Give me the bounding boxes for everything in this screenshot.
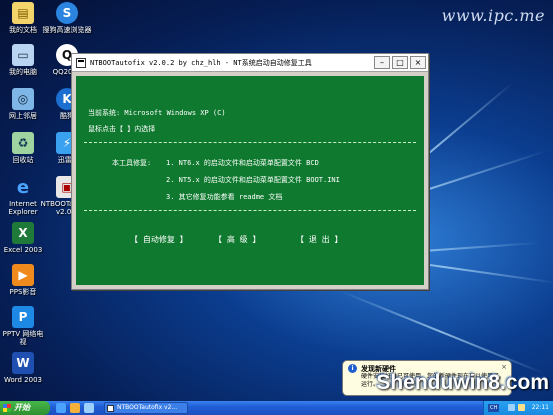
- recycle-bin-icon: ♻: [12, 132, 34, 154]
- ntbootautofix-window: NTBOOTautofix v2.0.2 by chz_hlh - NT系统启动…: [71, 53, 429, 290]
- auto-repair-button[interactable]: 【 自动修复 】: [130, 234, 188, 245]
- info-icon: i: [348, 364, 357, 373]
- start-button[interactable]: 开始: [0, 401, 50, 415]
- icon-label: Excel 2003: [3, 246, 43, 254]
- desktop-icon-pptv[interactable]: P PPTV 网络电 视: [0, 306, 46, 346]
- console-app-icon: [107, 405, 114, 412]
- icon-label: 搜狗高速浏览器: [42, 26, 92, 34]
- balloon-close-button[interactable]: ×: [501, 363, 507, 371]
- minimize-button[interactable]: –: [374, 56, 390, 69]
- repair-item-3: 3. 其它修复功能参看 readme 文档: [166, 193, 283, 201]
- icon-label: Word 2003: [3, 376, 43, 384]
- system-tray: CH 22:11: [483, 401, 553, 415]
- icon-label: PPTV 网络电: [2, 330, 44, 338]
- window-title: NTBOOTautofix v2.0.2 by chz_hlh - NT系统启动…: [90, 58, 312, 67]
- quicklaunch-media-icon[interactable]: [70, 403, 80, 413]
- watermark-bottom: Shenduwin8.com: [376, 371, 549, 394]
- desktop-icon-sogou[interactable]: S 搜狗高速浏览器: [43, 2, 92, 34]
- volume-tray-icon[interactable]: [518, 404, 525, 411]
- excel-icon: X: [12, 222, 34, 244]
- watermark-top: www.ipc.me: [441, 6, 545, 25]
- word-icon: W: [12, 352, 34, 374]
- taskbar: 开始 NTBOOTautofix v2... CH 22:11: [0, 401, 553, 415]
- sogou-browser-icon: S: [56, 2, 78, 24]
- my-documents-icon: ▤: [12, 2, 34, 24]
- start-label: 开始: [14, 403, 30, 412]
- my-computer-icon: ▭: [12, 44, 34, 66]
- windows-flag-icon: [3, 404, 11, 412]
- network-places-icon: ◎: [12, 88, 34, 110]
- network-tray-icon[interactable]: [508, 404, 515, 411]
- internet-explorer-icon: e: [16, 176, 30, 198]
- console-app-icon: [76, 57, 86, 68]
- advanced-button[interactable]: 【 高 级 】: [214, 234, 260, 245]
- quicklaunch-desktop-icon[interactable]: [84, 403, 94, 413]
- maximize-button[interactable]: □: [392, 56, 408, 69]
- taskbar-item-ntbootautofix[interactable]: NTBOOTautofix v2...: [104, 402, 188, 414]
- pps-icon: ▶: [12, 264, 34, 286]
- divider-bottom: [84, 210, 416, 211]
- icon-label: PPS影音: [9, 288, 37, 296]
- divider-top: [84, 142, 416, 143]
- close-button[interactable]: ×: [410, 56, 426, 69]
- intro-text: 本工具修复:: [112, 159, 152, 167]
- desktop-icon-pps[interactable]: ▶ PPS影音: [0, 264, 46, 296]
- desktop-icon-excel[interactable]: X Excel 2003: [0, 222, 46, 254]
- icon-label: 视: [19, 338, 27, 346]
- pptv-icon: P: [12, 306, 34, 328]
- repair-item-1: 1. NT6.x 的启动文件和启动菜单配置文件 BCD: [166, 159, 319, 167]
- window-titlebar[interactable]: NTBOOTautofix v2.0.2 by chz_hlh - NT系统启动…: [72, 54, 428, 72]
- language-indicator[interactable]: CH: [488, 404, 500, 412]
- desktop-icon-word[interactable]: W Word 2003: [0, 352, 46, 384]
- console-area: 当前系统: Microsoft Windows XP (C) 鼠标点击【 】内选…: [76, 76, 424, 285]
- exit-button[interactable]: 【 退 出 】: [296, 234, 342, 245]
- current-system-text: 当前系统: Microsoft Windows XP (C): [88, 109, 226, 117]
- quicklaunch-ie-icon[interactable]: [56, 403, 66, 413]
- taskbar-item-label: NTBOOTautofix v2...: [117, 404, 178, 411]
- repair-item-2: 2. NT5.x 的启动文件和启动菜单配置文件 BOOT.INI: [166, 176, 340, 184]
- click-hint-text: 鼠标点击【 】内选择: [88, 125, 156, 133]
- clock[interactable]: 22:11: [532, 401, 549, 415]
